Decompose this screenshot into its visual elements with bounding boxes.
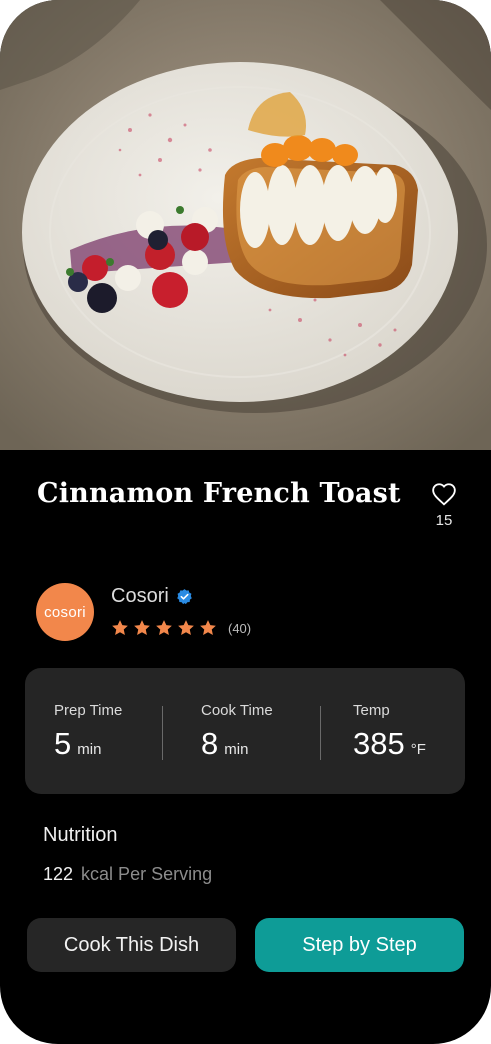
phone-screen: Cinnamon French Toast 15 cosori Cosori (… (0, 0, 491, 1044)
star-filled-icon (156, 620, 172, 635)
stat-value: 8 min (201, 726, 249, 761)
nutrition-heading: Nutrition (43, 824, 118, 846)
author-name-row: Cosori (111, 585, 193, 608)
like-button[interactable]: 15 (428, 482, 460, 529)
like-count: 15 (435, 512, 453, 529)
recipe-stats-card: Prep Time 5 min Cook Time 8 min Temp 385 °F (25, 668, 465, 794)
star-filled-icon (178, 620, 194, 635)
stat-label: Temp (353, 702, 390, 719)
stat-label: Prep Time (54, 702, 123, 719)
star-filled-icon (134, 620, 150, 635)
avatar-text: cosori (44, 603, 86, 621)
star-filled-icon (200, 620, 216, 635)
stat-divider (162, 706, 163, 760)
calories-value: 122 (43, 864, 74, 884)
recipe-title: Cinnamon French Toast (37, 478, 401, 509)
stat-value: 385 °F (353, 726, 426, 761)
author-avatar[interactable]: cosori (36, 583, 94, 641)
nutrition-calories: 122 kcal Per Serving (43, 864, 212, 885)
calories-label: kcal Per Serving (81, 864, 213, 884)
author-rating: (40) (110, 618, 251, 638)
verified-badge-icon (176, 588, 193, 605)
stat-value: 5 min (54, 726, 102, 761)
stat-label: Cook Time (201, 702, 273, 719)
step-by-step-button[interactable]: Step by Step (255, 918, 464, 972)
heart-outline-icon (432, 483, 456, 506)
recipe-hero-image (0, 0, 491, 450)
author-name[interactable]: Cosori (111, 585, 169, 608)
star-filled-icon (112, 620, 128, 635)
cook-this-dish-button[interactable]: Cook This Dish (27, 918, 236, 972)
rating-count: (40) (228, 620, 252, 636)
stat-divider (320, 706, 321, 760)
